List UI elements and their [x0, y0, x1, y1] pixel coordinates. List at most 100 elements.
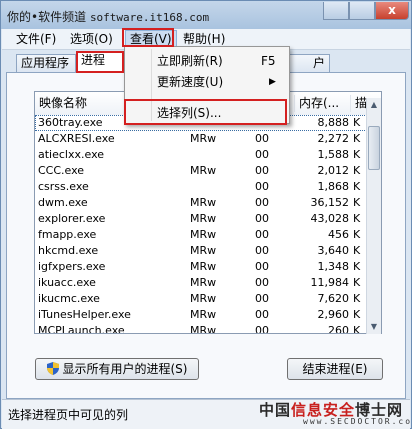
table-row[interactable]: fmapp.exeMRw00456KFM	[35, 227, 381, 243]
memory-usage: 43,028	[310, 212, 350, 225]
memory-usage: 1,348	[317, 260, 350, 273]
memory-unit: K	[353, 116, 361, 129]
close-icon: x	[388, 3, 396, 17]
menu-help[interactable]: 帮助(H)	[179, 31, 229, 47]
scrollbar-thumb[interactable]	[368, 126, 380, 170]
user-name: MRw	[190, 164, 217, 177]
user-name: MRw	[190, 260, 217, 273]
cpu-usage: 00	[255, 244, 269, 257]
process-name: fmapp.exe	[38, 228, 97, 241]
update-speed-label: 更新速度(U)	[157, 75, 224, 89]
table-row[interactable]: dwm.exeMRw0036,152K桌	[35, 195, 381, 211]
process-name: ALCXRESI.exe	[38, 132, 115, 145]
scroll-down-icon[interactable]: ▼	[367, 320, 381, 334]
user-name: MRw	[190, 276, 217, 289]
table-row[interactable]: csrss.exe 00 1,868 K	[35, 179, 381, 195]
window-title: 你的•软件频道 software.it168.com	[7, 8, 209, 25]
refresh-now-shortcut: F5	[261, 54, 276, 68]
table-row[interactable]: iTunesHelper.exeMRw002,960KiT	[35, 307, 381, 323]
menu-item-refresh-now[interactable]: 立即刷新(R) F5	[127, 51, 287, 71]
column-header-memory[interactable]: 内存(...	[295, 95, 351, 112]
memory-unit: K	[353, 164, 361, 177]
memory-usage: 456	[328, 228, 349, 241]
cpu-usage: 00	[255, 228, 269, 241]
tab-processes[interactable]: 进程	[76, 51, 124, 73]
view-menu-dropdown: 立即刷新(R) F5 更新速度(U) ▶ 选择列(S)...	[124, 46, 290, 124]
memory-usage: 1,868	[317, 180, 350, 193]
memory-unit: K	[353, 276, 361, 289]
user-name: MRw	[190, 132, 217, 145]
watermark-main-a: 中国	[259, 401, 292, 419]
cpu-usage: 00	[255, 308, 269, 321]
process-name: csrss.exe	[38, 180, 89, 193]
process-name: ikuacc.exe	[38, 276, 96, 289]
user-name: MRw	[190, 196, 217, 209]
memory-unit: K	[353, 212, 361, 225]
scroll-up-icon[interactable]: ▲	[367, 98, 381, 112]
table-row[interactable]: ikucmc.exeMRw007,620KiK	[35, 291, 381, 307]
menu-item-select-columns[interactable]: 选择列(S)...	[127, 103, 287, 123]
process-name: atieclxx.exe	[38, 148, 105, 161]
cpu-usage: 00	[255, 276, 269, 289]
process-name: hkcmd.exe	[38, 244, 99, 257]
process-name: iTunesHelper.exe	[38, 308, 131, 321]
memory-usage: 36,152	[310, 196, 350, 209]
menu-file[interactable]: 文件(F)	[12, 31, 60, 47]
table-row[interactable]: ikuacc.exeMRw0011,984KiK	[35, 275, 381, 291]
table-row[interactable]: MCPLaunch.exeMRw00260KMC	[35, 323, 381, 334]
memory-usage: 1,588	[317, 148, 350, 161]
memory-unit: K	[353, 324, 361, 334]
memory-usage: 2,960	[317, 308, 350, 321]
table-row[interactable]: ALCXRESI.exeMRw002,272KTh	[35, 131, 381, 147]
show-all-processes-button[interactable]: 显示所有用户的进程(S)	[35, 358, 199, 380]
cpu-usage: 00	[255, 324, 269, 334]
table-row[interactable]: atieclxx.exe 00 1,588 K	[35, 147, 381, 163]
process-list[interactable]: 映像名称 内存(... 描 360tray.exe8,888K36ALCXRES…	[34, 91, 382, 334]
memory-usage: 3,640	[317, 244, 350, 257]
user-name: MRw	[190, 212, 217, 225]
user-name: MRw	[190, 228, 217, 241]
memory-usage: 2,272	[317, 132, 350, 145]
table-row[interactable]: explorer.exeMRw0043,028KWi	[35, 211, 381, 227]
table-row[interactable]: igfxpers.exeMRw001,348Kpe	[35, 259, 381, 275]
cpu-usage: 00	[255, 148, 269, 161]
menu-options[interactable]: 选项(O)	[66, 31, 117, 47]
watermark-url: www.SECDOCTOR.com	[303, 417, 412, 426]
cpu-usage: 00	[255, 196, 269, 209]
uac-shield-icon	[46, 362, 59, 375]
memory-usage: 8,888	[317, 116, 350, 129]
memory-usage: 2,012	[317, 164, 350, 177]
memory-unit: K	[353, 132, 361, 145]
title-prefix: 你的	[7, 10, 32, 24]
minimize-button[interactable]	[323, 2, 349, 20]
process-name: dwm.exe	[38, 196, 88, 209]
vertical-scrollbar[interactable]: ▲ ▼	[366, 98, 381, 334]
cpu-usage: 00	[255, 180, 269, 193]
memory-usage: 7,620	[317, 292, 350, 305]
title-middle: •软件频道	[31, 10, 87, 24]
user-name: MRw	[190, 324, 217, 334]
tab-applications[interactable]: 应用程序	[16, 54, 76, 73]
memory-unit: K	[353, 308, 361, 321]
memory-unit: K	[353, 196, 361, 209]
memory-unit: K	[353, 260, 361, 273]
menu-item-update-speed[interactable]: 更新速度(U) ▶	[127, 72, 287, 92]
close-button[interactable]: x	[375, 2, 409, 20]
table-row[interactable]: CCC.exeMRw002,012KCa	[35, 163, 381, 179]
user-name: MRw	[190, 244, 217, 257]
maximize-button[interactable]	[349, 2, 375, 20]
show-all-processes-label: 显示所有用户的进程(S)	[62, 362, 188, 376]
memory-unit: K	[353, 292, 361, 305]
memory-unit: K	[353, 148, 361, 161]
process-name: explorer.exe	[38, 212, 106, 225]
task-manager-window: 你的•软件频道 software.it168.com x 文件(F) 选项(O)…	[0, 0, 412, 429]
title-bar[interactable]: 你的•软件频道 software.it168.com x	[1, 1, 411, 29]
user-name: MRw	[190, 292, 217, 305]
user-name: MRw	[190, 308, 217, 321]
end-process-button[interactable]: 结束进程(E)	[287, 358, 383, 380]
table-row[interactable]: hkcmd.exeMRw003,640Khk	[35, 243, 381, 259]
memory-unit: K	[353, 180, 361, 193]
status-text: 选择进程页中可见的列	[8, 408, 129, 422]
site-watermark: 中国信息安全博士网 www.SECDOCTOR.com	[259, 399, 412, 426]
memory-unit: K	[353, 244, 361, 257]
